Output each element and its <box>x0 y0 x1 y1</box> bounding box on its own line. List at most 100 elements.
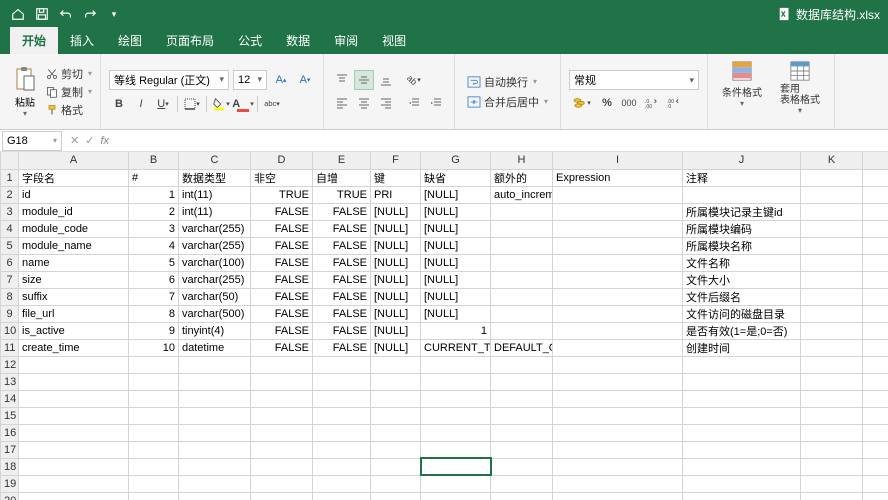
cell[interactable] <box>19 492 129 500</box>
cell[interactable]: [NULL] <box>371 339 421 356</box>
row-header[interactable]: 2 <box>1 186 19 203</box>
col-header-D[interactable]: D <box>251 152 313 169</box>
cell[interactable] <box>863 322 888 339</box>
cell[interactable]: size <box>19 271 129 288</box>
cell[interactable] <box>683 373 801 390</box>
cell[interactable] <box>371 441 421 458</box>
increase-indent-icon[interactable] <box>426 93 446 113</box>
cell[interactable] <box>553 424 683 441</box>
align-top-icon[interactable] <box>332 70 352 90</box>
conditional-format-button[interactable]: 条件格式▾ <box>716 58 768 125</box>
cell[interactable]: FALSE <box>251 305 313 322</box>
cell[interactable] <box>421 390 491 407</box>
cell[interactable] <box>491 203 553 220</box>
cell[interactable] <box>129 390 179 407</box>
cell[interactable]: module_code <box>19 220 129 237</box>
cell[interactable] <box>491 458 553 475</box>
cell[interactable] <box>421 492 491 500</box>
cell[interactable]: 所属模块记录主键id <box>683 203 801 220</box>
cell[interactable] <box>251 373 313 390</box>
cell[interactable]: [NULL] <box>421 288 491 305</box>
cell[interactable] <box>371 424 421 441</box>
cell[interactable] <box>863 271 888 288</box>
tab-公式[interactable]: 公式 <box>226 27 274 54</box>
merge-center-button[interactable]: 合并后居中▾ <box>463 93 552 111</box>
cell[interactable] <box>553 356 683 373</box>
cell[interactable] <box>19 475 129 492</box>
cell[interactable] <box>371 407 421 424</box>
cell[interactable] <box>251 475 313 492</box>
cell[interactable] <box>491 441 553 458</box>
cell[interactable]: CURRENT_T <box>421 339 491 356</box>
cell[interactable] <box>801 390 863 407</box>
format-as-table-button[interactable]: 套用 表格格式▾ <box>774 58 826 125</box>
cell[interactable] <box>251 356 313 373</box>
cell[interactable]: varchar(50) <box>179 288 251 305</box>
cell[interactable] <box>491 356 553 373</box>
cell[interactable] <box>683 458 801 475</box>
col-header-B[interactable]: B <box>129 152 179 169</box>
cell[interactable]: 4 <box>129 237 179 254</box>
cell[interactable] <box>683 356 801 373</box>
cell[interactable] <box>553 492 683 500</box>
align-center-icon[interactable] <box>354 93 374 113</box>
row-header[interactable]: 16 <box>1 424 19 441</box>
cell[interactable]: FALSE <box>313 254 371 271</box>
border-button[interactable]: ▾ <box>182 94 202 114</box>
cell[interactable] <box>313 441 371 458</box>
cell[interactable] <box>491 475 553 492</box>
cell[interactable]: FALSE <box>313 322 371 339</box>
cell[interactable]: [NULL] <box>421 271 491 288</box>
cell[interactable]: 自增 <box>313 169 371 186</box>
cell[interactable] <box>553 475 683 492</box>
qat-dropdown-icon[interactable]: ▾ <box>104 4 124 24</box>
cell[interactable]: module_name <box>19 237 129 254</box>
cell[interactable] <box>801 458 863 475</box>
font-color-button[interactable]: A▾ <box>233 94 253 114</box>
cell[interactable]: 创建时间 <box>683 339 801 356</box>
tab-数据[interactable]: 数据 <box>274 27 322 54</box>
cell[interactable] <box>129 407 179 424</box>
cell[interactable] <box>251 390 313 407</box>
home-icon[interactable] <box>8 4 28 24</box>
cell[interactable] <box>801 441 863 458</box>
col-header-G[interactable]: G <box>421 152 491 169</box>
cell[interactable]: int(11) <box>179 203 251 220</box>
cell[interactable] <box>421 356 491 373</box>
cell[interactable] <box>313 407 371 424</box>
cell[interactable]: FALSE <box>251 203 313 220</box>
cell[interactable] <box>683 390 801 407</box>
cell[interactable]: module_id <box>19 203 129 220</box>
cell[interactable] <box>683 424 801 441</box>
cell[interactable]: # <box>129 169 179 186</box>
row-header[interactable]: 17 <box>1 441 19 458</box>
cell[interactable] <box>491 220 553 237</box>
cell[interactable] <box>313 356 371 373</box>
col-header-C[interactable]: C <box>179 152 251 169</box>
cell[interactable] <box>19 356 129 373</box>
cell[interactable]: 10 <box>129 339 179 356</box>
currency-button[interactable]: ▾ <box>569 93 595 113</box>
cell[interactable] <box>553 373 683 390</box>
cell[interactable]: [NULL] <box>421 237 491 254</box>
cell[interactable]: 文件后缀名 <box>683 288 801 305</box>
cell[interactable]: [NULL] <box>421 186 491 203</box>
cell[interactable]: 键 <box>371 169 421 186</box>
cell[interactable] <box>553 186 683 203</box>
cell[interactable] <box>129 424 179 441</box>
cell[interactable]: name <box>19 254 129 271</box>
cell[interactable] <box>683 441 801 458</box>
cell[interactable] <box>863 458 888 475</box>
col-header-A[interactable]: A <box>19 152 129 169</box>
cell[interactable] <box>553 305 683 322</box>
cell[interactable] <box>553 271 683 288</box>
decrease-decimal-icon[interactable]: .00.0 <box>663 93 683 113</box>
cell[interactable] <box>251 424 313 441</box>
cell[interactable] <box>491 254 553 271</box>
cell[interactable] <box>313 458 371 475</box>
cell[interactable] <box>801 339 863 356</box>
cell[interactable]: FALSE <box>251 220 313 237</box>
italic-button[interactable]: I <box>131 94 151 114</box>
cell[interactable] <box>801 424 863 441</box>
cell[interactable]: TRUE <box>251 186 313 203</box>
